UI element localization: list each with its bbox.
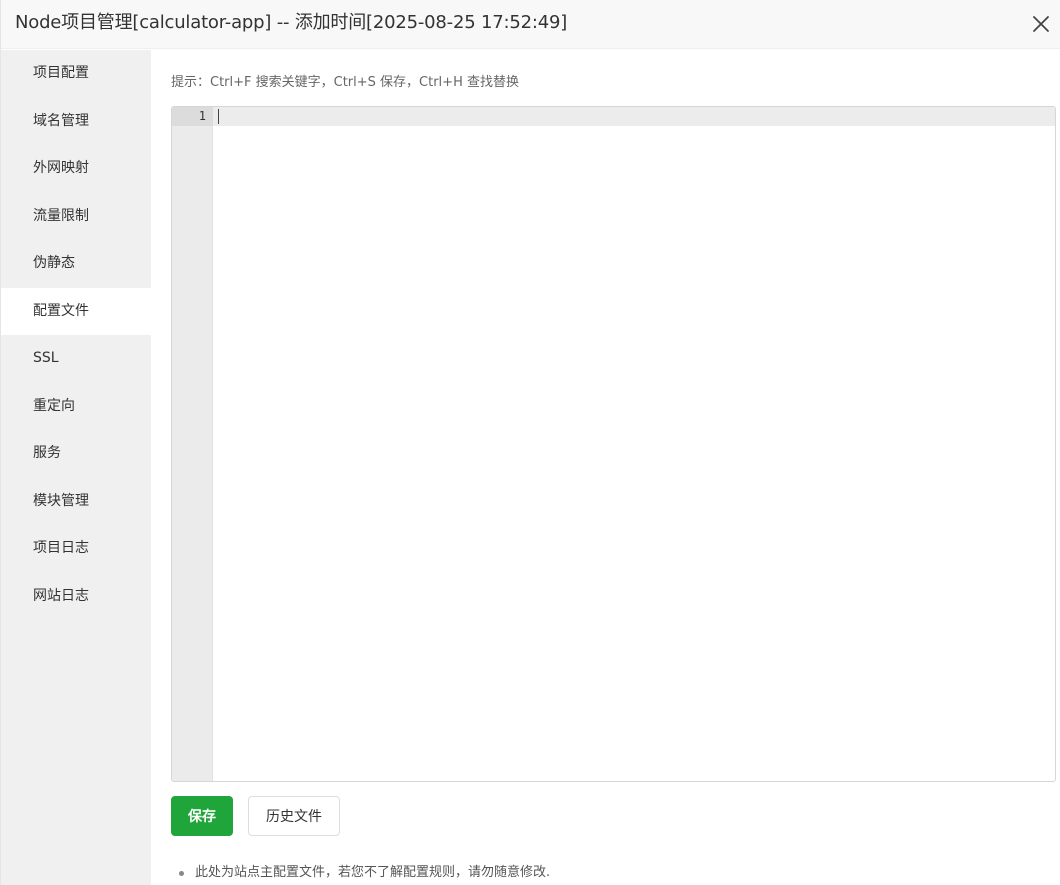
sidebar-item-config-file[interactable]: 配置文件 — [1, 287, 151, 335]
save-button[interactable]: 保存 — [171, 796, 233, 836]
sidebar-item-external-mapping[interactable]: 外网映射 — [1, 145, 151, 193]
sidebar-item-traffic-limit[interactable]: 流量限制 — [1, 193, 151, 241]
sidebar-item-project-config[interactable]: 项目配置 — [1, 50, 151, 98]
config-dialog: Node项目管理[calculator-app] -- 添加时间[2025-08… — [0, 0, 1060, 885]
line-number: 1 — [198, 109, 206, 123]
sidebar-nav: 项目配置 域名管理 外网映射 流量限制 伪静态 配置文件 SSL 重定向 服务 … — [1, 50, 151, 885]
sidebar-item-project-log[interactable]: 项目日志 — [1, 525, 151, 573]
editor-active-line[interactable] — [213, 107, 1055, 126]
sidebar-item-service[interactable]: 服务 — [1, 430, 151, 478]
editor-gutter: 1 — [172, 107, 213, 781]
gutter-active-line: 1 — [172, 107, 213, 126]
note-text: 此处为站点主配置文件，若您不了解配置规则，请勿随意修改. — [195, 865, 551, 880]
sidebar-item-site-log[interactable]: 网站日志 — [1, 573, 151, 621]
dialog-titlebar: Node项目管理[calculator-app] -- 添加时间[2025-08… — [1, 0, 1060, 49]
sidebar-item-domain-management[interactable]: 域名管理 — [1, 98, 151, 146]
history-files-button[interactable]: 历史文件 — [248, 796, 340, 836]
code-editor[interactable]: 1 — [171, 106, 1056, 782]
text-cursor — [218, 109, 219, 124]
dialog-title: Node项目管理[calculator-app] -- 添加时间[2025-08… — [15, 12, 568, 33]
notes-list: 此处为站点主配置文件，若您不了解配置规则，请勿随意修改. — [177, 862, 550, 884]
sidebar-item-rewrite[interactable]: 伪静态 — [1, 240, 151, 288]
editor-text-area[interactable] — [213, 126, 1055, 781]
sidebar-item-ssl[interactable]: SSL — [1, 335, 151, 383]
close-button[interactable] — [1027, 10, 1055, 38]
main-content: 提示：Ctrl+F 搜索关键字，Ctrl+S 保存，Ctrl+H 查找替换 1 … — [151, 50, 1060, 885]
shortcut-hint: 提示：Ctrl+F 搜索关键字，Ctrl+S 保存，Ctrl+H 查找替换 — [171, 75, 519, 90]
bullet-icon — [179, 871, 184, 876]
list-item: 此处为站点主配置文件，若您不了解配置规则，请勿随意修改. — [177, 862, 550, 884]
close-icon — [1033, 16, 1049, 32]
sidebar-item-redirect[interactable]: 重定向 — [1, 383, 151, 431]
sidebar-item-module-management[interactable]: 模块管理 — [1, 478, 151, 526]
